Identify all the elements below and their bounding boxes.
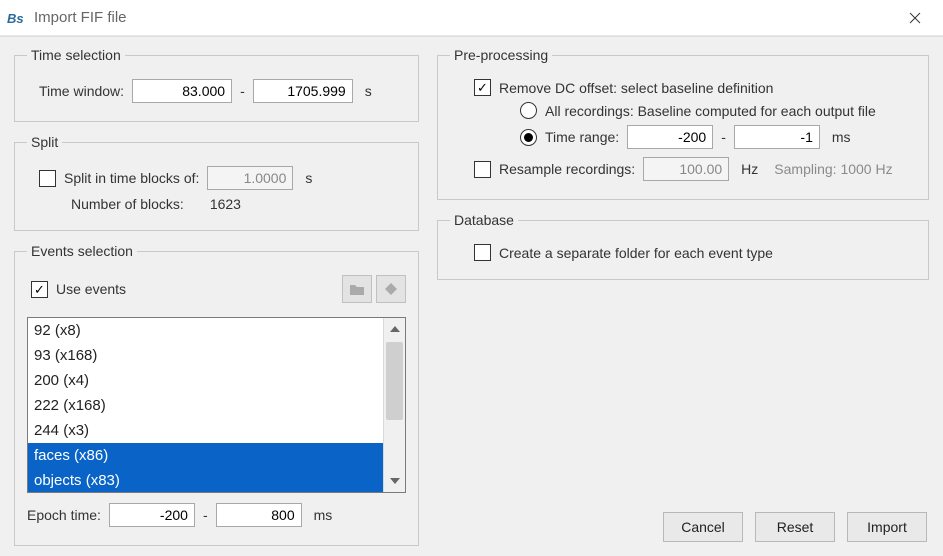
time-window-start-input[interactable]	[132, 79, 232, 103]
split-blocks-value: 1623	[210, 196, 241, 212]
time-window-end-input[interactable]	[253, 79, 353, 103]
use-events-checkbox[interactable]	[31, 281, 48, 298]
chevron-up-icon	[390, 326, 400, 332]
pre-processing-legend: Pre-processing	[450, 47, 552, 63]
list-item[interactable]: objects (x83)	[28, 468, 383, 492]
resample-value-input[interactable]	[643, 157, 729, 181]
epoch-start-input[interactable]	[109, 503, 195, 527]
baseline-range-radio[interactable]	[520, 129, 537, 146]
epoch-end-input[interactable]	[216, 503, 302, 527]
baseline-range-label: Time range:	[545, 129, 619, 145]
list-item[interactable]: 222 (x168)	[28, 393, 383, 418]
folder-icon	[349, 282, 365, 296]
close-button[interactable]	[893, 3, 937, 33]
time-window-unit: s	[365, 83, 372, 99]
reset-button[interactable]: Reset	[755, 512, 835, 542]
baseline-range-separator: -	[721, 129, 726, 145]
list-item[interactable]: 92 (x8)	[28, 318, 383, 343]
app-logo-text: Bs	[7, 11, 24, 26]
events-selection-legend: Events selection	[27, 243, 137, 259]
diamond-icon	[384, 282, 398, 296]
separate-folder-label: Create a separate folder for each event …	[499, 245, 773, 261]
scroll-up-button[interactable]	[384, 318, 405, 340]
app-logo: Bs	[6, 8, 26, 28]
scroll-thumb[interactable]	[386, 342, 403, 420]
split-legend: Split	[27, 134, 62, 150]
chevron-down-icon	[390, 478, 400, 484]
sampling-info: Sampling: 1000 Hz	[774, 161, 892, 177]
epoch-unit: ms	[314, 507, 333, 523]
titlebar: Bs Import FIF file	[0, 0, 943, 36]
dialog-buttons: Cancel Reset Import	[663, 512, 927, 542]
list-item[interactable]: faces (x86)	[28, 443, 383, 468]
split-group: Split Split in time blocks of: s Number …	[14, 134, 419, 231]
database-group: Database Create a separate folder for ea…	[437, 212, 929, 280]
resample-label: Resample recordings:	[499, 161, 635, 177]
split-blocks-label: Number of blocks:	[71, 196, 184, 212]
baseline-all-radio[interactable]	[520, 102, 537, 119]
scroll-track[interactable]	[384, 340, 405, 470]
events-selection-group: Events selection Use events	[14, 243, 419, 546]
separate-folder-checkbox[interactable]	[474, 244, 491, 261]
baseline-range-end-input[interactable]	[734, 125, 820, 149]
split-unit: s	[305, 170, 312, 186]
events-marker-button[interactable]	[376, 275, 406, 303]
scroll-down-button[interactable]	[384, 470, 405, 492]
baseline-range-unit: ms	[832, 129, 851, 145]
use-events-label: Use events	[56, 281, 126, 297]
events-open-button[interactable]	[342, 275, 372, 303]
split-checkbox-label: Split in time blocks of:	[64, 170, 199, 186]
epoch-separator: -	[203, 507, 208, 523]
window-title: Import FIF file	[34, 9, 127, 26]
pre-processing-group: Pre-processing Remove DC offset: select …	[437, 47, 929, 200]
list-item[interactable]: 93 (x168)	[28, 343, 383, 368]
resample-checkbox[interactable]	[474, 161, 491, 178]
baseline-range-start-input[interactable]	[627, 125, 713, 149]
dc-offset-checkbox[interactable]	[474, 79, 491, 96]
list-item[interactable]: 200 (x4)	[28, 368, 383, 393]
time-selection-legend: Time selection	[27, 47, 125, 63]
import-button[interactable]: Import	[847, 512, 927, 542]
baseline-all-label: All recordings: Baseline computed for ea…	[545, 103, 876, 119]
time-selection-group: Time selection Time window: - s	[14, 47, 419, 122]
cancel-button[interactable]: Cancel	[663, 512, 743, 542]
close-icon	[909, 12, 921, 24]
epoch-time-label: Epoch time:	[27, 507, 101, 523]
events-listbox[interactable]: 92 (x8)93 (x168)200 (x4)222 (x168)244 (x…	[27, 317, 406, 493]
dc-offset-label: Remove DC offset: select baseline defini…	[499, 80, 773, 96]
time-window-label: Time window:	[39, 83, 124, 99]
resample-unit: Hz	[741, 161, 758, 177]
time-window-separator: -	[240, 83, 245, 99]
database-legend: Database	[450, 212, 518, 228]
split-block-value-input[interactable]	[207, 166, 293, 190]
split-checkbox[interactable]	[39, 170, 56, 187]
events-scrollbar[interactable]	[383, 318, 405, 492]
list-item[interactable]: 244 (x3)	[28, 418, 383, 443]
